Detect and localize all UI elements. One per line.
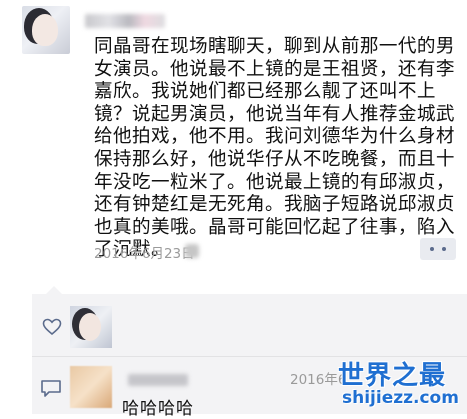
post-timestamp: 2016年6月23日 [94, 246, 195, 262]
post-text: 同晶哥在现场瞎聊天，聊到从前那一代的男女演员。他说最不上镜的是王祖贤，还有李嘉欣… [94, 36, 455, 261]
heart-icon[interactable] [42, 318, 62, 336]
watermark-url: shijiezz.com [342, 388, 459, 408]
watermark: 世界之最 shijiezz.com [338, 355, 463, 413]
more-button[interactable] [420, 238, 456, 260]
commenter-name-blurred[interactable] [128, 374, 188, 386]
watermark-title: 世界之最 [338, 361, 447, 391]
poster-name-blurred[interactable] [85, 14, 165, 28]
poster-avatar[interactable] [22, 6, 70, 54]
commenter-avatar[interactable] [70, 366, 112, 408]
chat-bubble-icon[interactable] [40, 378, 62, 398]
more-dots-icon [430, 247, 434, 251]
like-user-avatar[interactable] [70, 306, 112, 348]
comment-text: 哈哈哈哈 [122, 399, 194, 419]
blurred-icon [185, 244, 199, 258]
